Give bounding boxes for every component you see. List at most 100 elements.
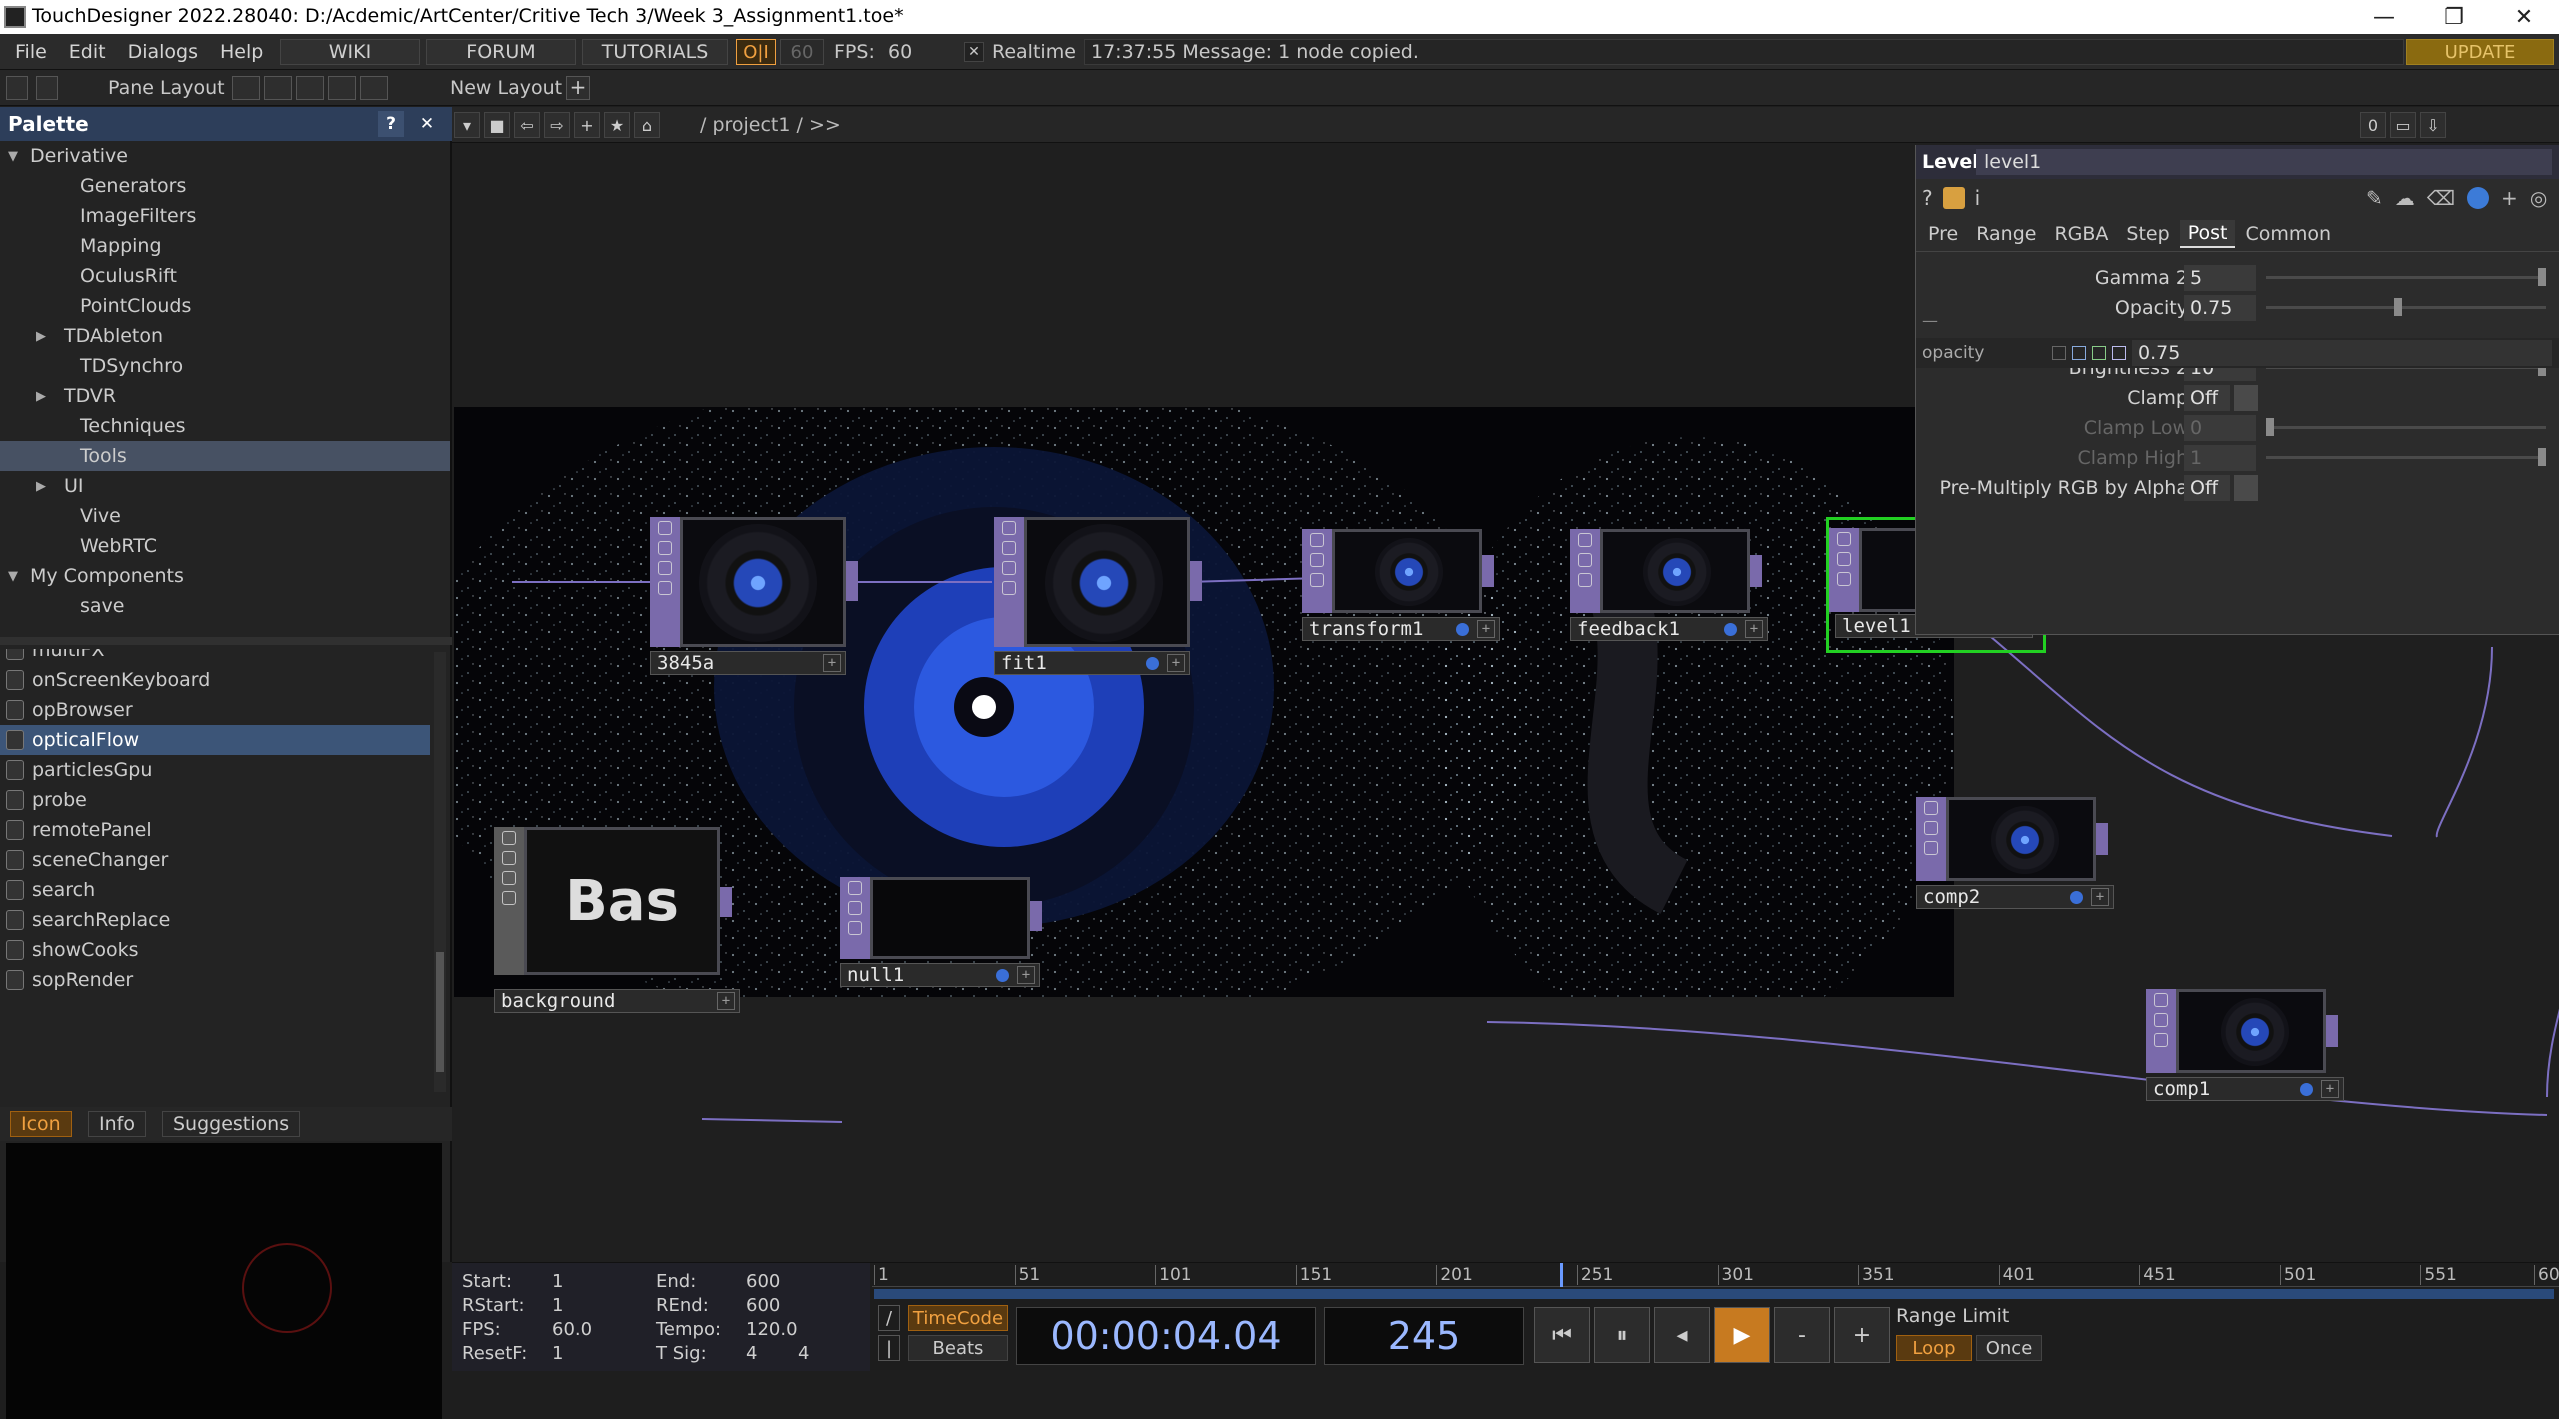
palette-tree-item[interactable]: ▶ TDVR (0, 381, 450, 411)
param-tab[interactable]: Pre (1920, 221, 1966, 247)
component-list-item[interactable]: sceneChanger (0, 845, 430, 875)
add-layout-button[interactable]: + (566, 76, 590, 100)
add-param-icon[interactable]: + (2501, 186, 2518, 210)
tempo-value[interactable]: 120.0 (746, 1319, 798, 1340)
menu-edit[interactable]: Edit (58, 34, 117, 70)
step-back-icon[interactable]: ◂ (1654, 1307, 1710, 1363)
param-tab[interactable]: RGBA (2046, 221, 2116, 247)
comment-icon[interactable]: ☁ (2395, 186, 2415, 210)
end-value[interactable]: 600 (746, 1271, 780, 1292)
palette-scrollbar[interactable] (434, 652, 446, 1092)
palette-help-button[interactable]: ? (378, 111, 404, 137)
collapsed-arrow-icon[interactable]: ▶ (36, 389, 52, 404)
minimize-button[interactable]: — (2349, 0, 2419, 34)
param-tab[interactable]: Common (2237, 221, 2339, 247)
pane-icon-a[interactable] (6, 76, 28, 100)
play-icon[interactable]: ▶ (1714, 1307, 1770, 1363)
beats-mode-icon[interactable]: | (878, 1335, 900, 1361)
timecode-mode-icon[interactable]: / (878, 1305, 900, 1331)
param-value-field[interactable]: 5 (2184, 265, 2256, 291)
help-icon[interactable]: ? (1922, 186, 1933, 210)
palette-divider[interactable] (0, 637, 452, 645)
step-minus-icon[interactable]: - (1774, 1307, 1830, 1363)
component-list-item[interactable]: sopRender (0, 965, 430, 995)
toggle-switch[interactable] (2234, 475, 2258, 501)
frame-display[interactable]: 245 (1324, 1307, 1524, 1365)
playhead-marker[interactable] (1560, 1263, 1564, 1287)
realtime-checkbox[interactable]: ✕ (964, 42, 984, 62)
start-value[interactable]: 1 (552, 1271, 563, 1292)
palette-tree-item[interactable]: PointClouds (0, 291, 450, 321)
rstart-value[interactable]: 1 (552, 1295, 563, 1316)
expression-field[interactable]: 0.75 (2132, 340, 2552, 366)
palette-tree-item[interactable]: save (0, 591, 450, 621)
collapsed-arrow-icon[interactable]: ▶ (36, 329, 52, 344)
timecode-display[interactable]: 00:00:04.04 (1016, 1307, 1316, 1365)
tab-icon[interactable]: Icon (10, 1111, 72, 1137)
component-list-item[interactable]: searchReplace (0, 905, 430, 935)
resetf-value[interactable]: 1 (552, 1343, 563, 1364)
param-value-field[interactable]: Off (2184, 475, 2230, 501)
tab-info[interactable]: Info (88, 1111, 146, 1137)
layout-three-button[interactable] (328, 76, 356, 100)
tutorials-button[interactable]: TUTORIALS (582, 39, 728, 65)
timecode-button[interactable]: TimeCode (908, 1305, 1008, 1331)
palette-tree-item[interactable]: Techniques (0, 411, 450, 441)
palette-tree-item[interactable]: Tools (0, 441, 450, 471)
palette-close-button[interactable]: ✕ (414, 111, 440, 137)
step-plus-icon[interactable]: + (1834, 1307, 1890, 1363)
component-list-item[interactable]: onScreenKeyboard (0, 665, 430, 695)
tsig-numerator[interactable]: 4 (746, 1343, 757, 1364)
param-slider[interactable] (2266, 298, 2546, 316)
palette-tree-item[interactable]: ▶ TDAbleton (0, 321, 450, 351)
param-slider[interactable] (2266, 418, 2546, 436)
update-button[interactable]: UPDATE (2406, 39, 2554, 65)
param-tab[interactable]: Post (2179, 220, 2236, 248)
loop-button[interactable]: Loop (1896, 1335, 1972, 1361)
rend-value[interactable]: 600 (746, 1295, 780, 1316)
component-list-item[interactable]: opticalFlow (0, 725, 430, 755)
menu-file[interactable]: File (4, 34, 58, 70)
component-list-item[interactable]: multiFX (0, 649, 430, 665)
param-tab[interactable]: Step (2118, 221, 2177, 247)
param-value-field[interactable]: Off (2184, 385, 2230, 411)
pause-icon[interactable]: ⏸ (1594, 1307, 1650, 1363)
layout-four-button[interactable] (360, 76, 388, 100)
param-value-field[interactable]: 0.75 (2184, 295, 2256, 321)
expanded-arrow-icon[interactable]: ▼ (8, 569, 24, 584)
palette-tree-item[interactable]: TDSynchro (0, 351, 450, 381)
close-window-button[interactable]: ✕ (2489, 0, 2559, 34)
info-icon[interactable]: i (1975, 186, 1981, 210)
param-value-field[interactable]: 0 (2184, 415, 2256, 441)
palette-tree-item[interactable]: ImageFilters (0, 201, 450, 231)
forum-button[interactable]: FORUM (426, 39, 576, 65)
perform-mode-button[interactable]: O|I (736, 39, 776, 65)
palette-tree-item[interactable]: ▼ Derivative (0, 141, 450, 171)
component-list-item[interactable]: search (0, 875, 430, 905)
expanded-arrow-icon[interactable]: ▼ (8, 149, 24, 164)
component-list-item[interactable]: showCooks (0, 935, 430, 965)
toggle-switch[interactable] (2234, 385, 2258, 411)
timeline-ruler[interactable]: 151101151201251301351401451501551600 (872, 1263, 2559, 1287)
once-button[interactable]: Once (1976, 1335, 2042, 1361)
timeline-fps-value[interactable]: 60.0 (552, 1319, 592, 1340)
param-slider[interactable] (2266, 448, 2546, 466)
target-icon[interactable]: ◎ (2530, 186, 2547, 210)
beats-button[interactable]: Beats (908, 1335, 1008, 1361)
component-list-item[interactable]: remotePanel (0, 815, 430, 845)
clear-icon[interactable]: ⌫ (2427, 186, 2455, 210)
maximize-button[interactable]: ❐ (2419, 0, 2489, 34)
palette-tree-item[interactable]: ▼ My Components (0, 561, 450, 591)
param-value-field[interactable]: 1 (2184, 445, 2256, 471)
wiki-button[interactable]: WIKI (280, 39, 420, 65)
collapsed-arrow-icon[interactable]: ▶ (36, 479, 52, 494)
tab-suggestions[interactable]: Suggestions (162, 1111, 301, 1137)
rewind-icon[interactable]: ⏮ (1534, 1307, 1590, 1363)
layout-split-h-button[interactable] (296, 76, 324, 100)
palette-tree-item[interactable]: Generators (0, 171, 450, 201)
palette-tree-item[interactable]: WebRTC (0, 531, 450, 561)
component-list-item[interactable]: particlesGpu (0, 755, 430, 785)
python-help-icon[interactable] (1942, 187, 1965, 209)
param-tab[interactable]: Range (1968, 221, 2044, 247)
timeline-range-bar[interactable] (874, 1289, 2554, 1299)
